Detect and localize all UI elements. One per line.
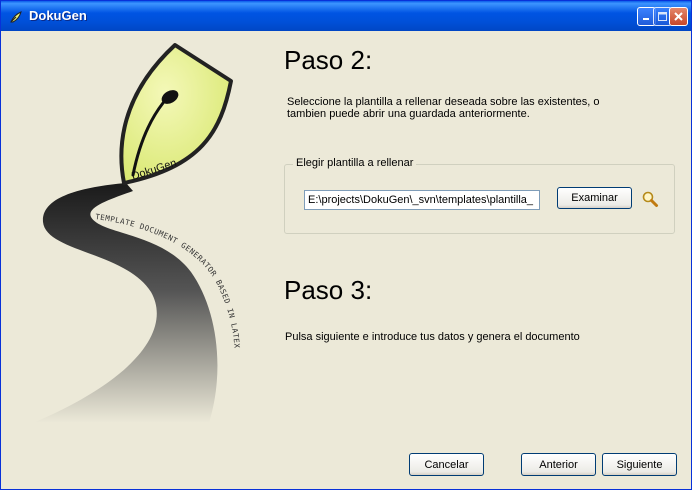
dokugen-logo-artwork: DokuGen TEMPLATE DOCUMENT GENERATOR BASE… bbox=[33, 43, 241, 423]
pen-nib-leaf bbox=[119, 43, 233, 185]
magnifier-icon[interactable] bbox=[641, 190, 659, 208]
window-title: DokuGen bbox=[29, 8, 87, 23]
step3-description: Pulsa siguiente e introduce tus datos y … bbox=[285, 331, 580, 343]
back-button[interactable]: Anterior bbox=[521, 453, 596, 476]
minimize-icon bbox=[643, 18, 649, 20]
close-icon bbox=[674, 12, 683, 21]
maximize-icon bbox=[658, 12, 667, 21]
step2-description-line2: tambien puede abrir una guardada anterio… bbox=[287, 108, 530, 120]
template-path-input[interactable] bbox=[304, 190, 540, 210]
app-icon bbox=[10, 11, 22, 23]
title-bar[interactable]: DokuGen bbox=[1, 1, 691, 31]
app-window: DokuGen DokuGen TEMPLATE DOCUMENT GENERA… bbox=[0, 0, 692, 490]
cancel-button[interactable]: Cancelar bbox=[409, 453, 484, 476]
template-group-label: Elegir plantilla a rellenar bbox=[293, 157, 417, 169]
template-groupbox: Elegir plantilla a rellenar Examinar bbox=[284, 157, 675, 234]
step2-heading: Paso 2: bbox=[284, 45, 373, 75]
step3-heading: Paso 3: bbox=[284, 275, 373, 305]
close-button[interactable] bbox=[669, 7, 688, 26]
browse-button[interactable]: Examinar bbox=[557, 187, 632, 209]
next-button[interactable]: Siguiente bbox=[602, 453, 677, 476]
